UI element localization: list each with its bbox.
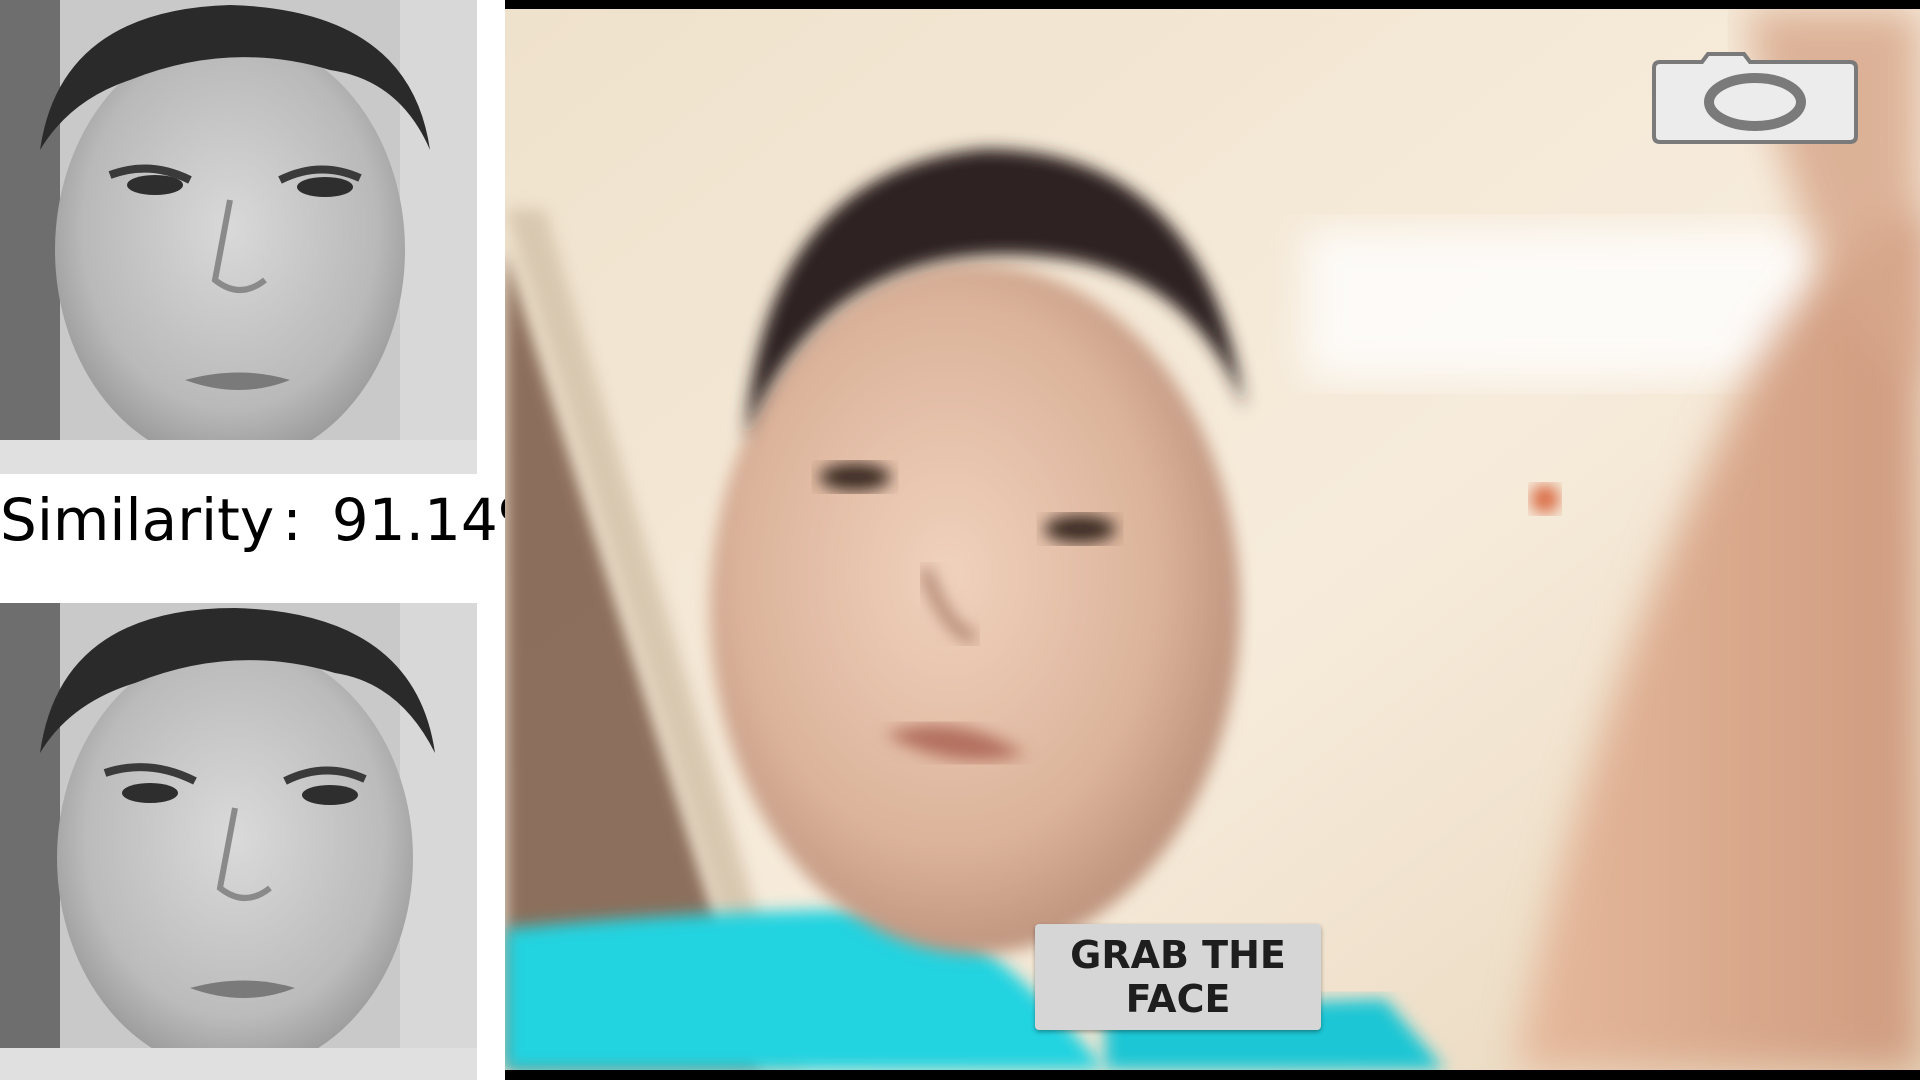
similarity-separator: : bbox=[282, 486, 302, 554]
grab-face-button[interactable]: GRAB THE FACE bbox=[1035, 924, 1321, 1030]
camera-preview: GRAB THE FACE bbox=[505, 0, 1920, 1080]
similarity-readout: Similarity:91.14% bbox=[0, 480, 505, 560]
left-panel: Similarity:91.14% bbox=[0, 0, 505, 1080]
similarity-label: Similarity bbox=[0, 486, 275, 554]
similarity-value: 91.14% bbox=[331, 486, 505, 554]
reference-face-image bbox=[0, 0, 477, 474]
camera-icon[interactable] bbox=[1652, 52, 1858, 144]
live-camera-frame bbox=[505, 9, 1920, 1070]
matched-face-image bbox=[0, 603, 477, 1080]
face-recognition-app: Similarity:91.14% bbox=[0, 0, 1920, 1080]
